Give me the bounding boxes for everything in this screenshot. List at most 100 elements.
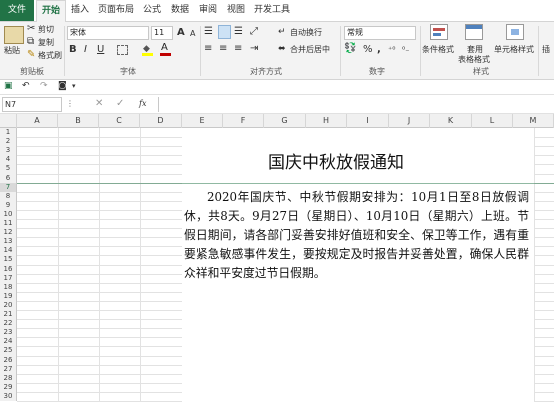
row-header[interactable]: 20	[0, 301, 16, 310]
format-painter-button[interactable]: 格式刷	[38, 50, 62, 61]
percent-button[interactable]: %	[363, 44, 373, 55]
row-header[interactable]: 5	[0, 164, 16, 173]
cut-button[interactable]: 剪切	[38, 24, 54, 35]
insert-function-button[interactable]: fx	[139, 99, 146, 108]
select-all-corner[interactable]	[0, 114, 17, 128]
copy-button[interactable]: 复制	[38, 37, 54, 48]
row-header[interactable]: 17	[0, 274, 16, 283]
row-header[interactable]: 11	[0, 219, 16, 228]
orientation-icon[interactable]: ⤢	[250, 26, 258, 38]
row-header[interactable]: 25	[0, 346, 16, 355]
camera-icon[interactable]: ◙	[58, 80, 67, 92]
row-header[interactable]: 2	[0, 137, 16, 146]
tab-home[interactable]: 开始	[36, 0, 66, 22]
comma-button[interactable]: ,	[377, 44, 381, 55]
row-header[interactable]: 9	[0, 201, 16, 210]
name-box[interactable]: N7	[2, 97, 62, 112]
row-header[interactable]: 10	[0, 210, 16, 219]
row-header[interactable]: 22	[0, 319, 16, 328]
paste-icon[interactable]	[4, 26, 24, 44]
row-header[interactable]: 30	[0, 392, 16, 401]
name-box-dropdown-icon[interactable]: ⋮	[66, 98, 74, 110]
cancel-icon[interactable]: ✕	[95, 98, 103, 110]
paste-button[interactable]: 粘贴	[4, 45, 20, 56]
row-header[interactable]: 26	[0, 356, 16, 365]
row-header[interactable]: 23	[0, 328, 16, 337]
align-top-icon[interactable]: ☰	[204, 26, 213, 38]
column-header[interactable]: A	[17, 114, 58, 128]
row-header[interactable]: 12	[0, 228, 16, 237]
row-header[interactable]: 27	[0, 365, 16, 374]
underline-button[interactable]: U	[97, 44, 104, 55]
column-header[interactable]: J	[389, 114, 430, 128]
column-header[interactable]: B	[58, 114, 99, 128]
tab-review[interactable]: 审阅	[196, 0, 220, 21]
column-header[interactable]: D	[140, 114, 182, 128]
column-header[interactable]: M	[513, 114, 554, 128]
row-header[interactable]: 21	[0, 310, 16, 319]
column-header[interactable]: H	[306, 114, 347, 128]
tab-data[interactable]: 数据	[168, 0, 192, 21]
column-header[interactable]: C	[99, 114, 140, 128]
row-header[interactable]: 4	[0, 155, 16, 164]
row-header[interactable]: 6	[0, 174, 16, 183]
format-table-button-line2[interactable]: 表格格式	[458, 54, 490, 65]
insert-cells-button[interactable]: 插	[542, 44, 550, 55]
align-center-icon[interactable]: ≡	[219, 43, 227, 55]
row-header[interactable]: 14	[0, 246, 16, 255]
font-size-select[interactable]: 11	[151, 26, 173, 40]
row-header[interactable]: 7	[0, 182, 16, 192]
redo-icon[interactable]: ↷	[40, 80, 48, 92]
decrease-decimal-icon[interactable]: ⁰₋	[402, 44, 409, 56]
tab-formulas[interactable]: 公式	[140, 0, 164, 21]
align-left-icon[interactable]: ≡	[204, 43, 212, 55]
tab-developer[interactable]: 开发工具	[252, 0, 292, 21]
column-header[interactable]: L	[472, 114, 513, 128]
undo-icon[interactable]: ↶	[22, 80, 30, 92]
enter-icon[interactable]: ✓	[116, 98, 124, 110]
conditional-format-button[interactable]: 条件格式	[422, 44, 454, 55]
shrink-font-button[interactable]: A	[190, 29, 195, 38]
align-bottom-icon[interactable]: ☰	[234, 26, 243, 38]
cell-styles-button[interactable]: 单元格样式	[494, 44, 534, 55]
row-header[interactable]: 3	[0, 146, 16, 155]
column-header[interactable]: E	[182, 114, 223, 128]
align-middle-icon[interactable]	[218, 25, 231, 39]
row-header[interactable]: 28	[0, 374, 16, 383]
tab-insert[interactable]: 插入	[68, 0, 92, 21]
row-header[interactable]: 16	[0, 265, 16, 274]
align-right-icon[interactable]: ≡	[234, 43, 242, 55]
column-header[interactable]: I	[347, 114, 389, 128]
tab-file[interactable]: 文件	[0, 0, 34, 21]
border-icon[interactable]	[117, 45, 128, 55]
indent-icon[interactable]: ⇥	[250, 43, 258, 55]
tab-view[interactable]: 视图	[224, 0, 248, 21]
font-name-select[interactable]: 宋体	[67, 26, 149, 40]
row-header[interactable]: 24	[0, 337, 16, 346]
column-header[interactable]: G	[264, 114, 306, 128]
row-header[interactable]: 13	[0, 237, 16, 246]
currency-icon[interactable]: 💱	[344, 43, 356, 55]
row-header[interactable]: 8	[0, 192, 16, 201]
merge-center-button[interactable]: 合并后居中	[290, 44, 330, 55]
italic-button[interactable]: I	[84, 44, 87, 55]
grow-font-button[interactable]: A	[177, 27, 185, 38]
increase-decimal-icon[interactable]: ⁺⁰	[388, 44, 395, 56]
number-format-select[interactable]: 常规	[344, 26, 416, 40]
row-header[interactable]: 19	[0, 292, 16, 301]
row-header[interactable]: 29	[0, 383, 16, 392]
column-header[interactable]: K	[430, 114, 472, 128]
font-color-icon[interactable]: A	[160, 43, 171, 56]
customize-qat-icon[interactable]: ▾	[72, 80, 76, 92]
row-header[interactable]: 15	[0, 255, 16, 264]
wrap-text-button[interactable]: 自动换行	[290, 27, 322, 38]
row-header[interactable]: 18	[0, 283, 16, 292]
formula-input[interactable]	[158, 97, 554, 112]
column-header[interactable]: F	[223, 114, 264, 128]
grid-line	[17, 391, 182, 393]
bold-button[interactable]: B	[69, 44, 77, 55]
tab-page-layout[interactable]: 页面布局	[96, 0, 136, 21]
fill-color-icon[interactable]: ◆	[142, 45, 153, 56]
save-icon[interactable]: ▣	[4, 80, 13, 92]
row-header[interactable]: 1	[0, 128, 16, 137]
